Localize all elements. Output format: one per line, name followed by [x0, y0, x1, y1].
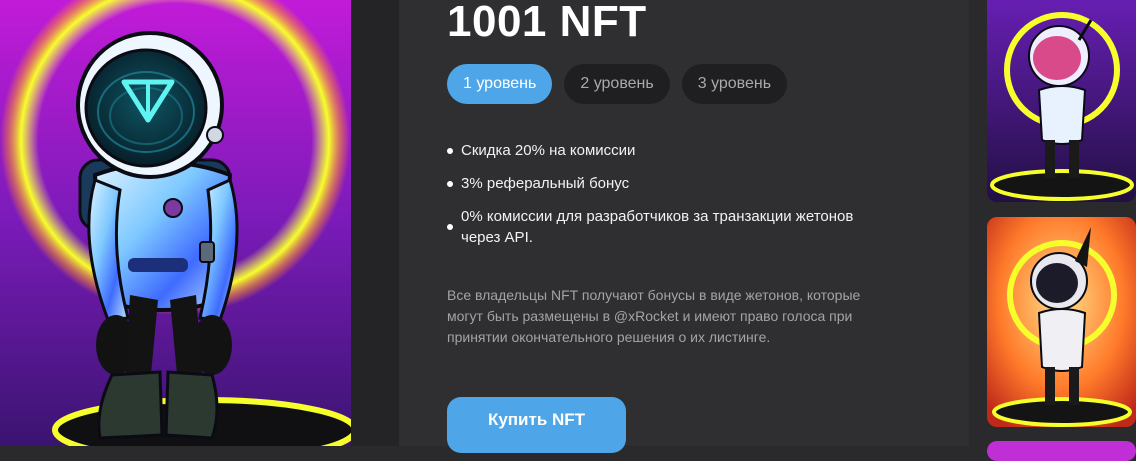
buy-nft-button[interactable]: Купить NFT — [447, 397, 626, 453]
nft-thumbnail[interactable] — [987, 0, 1136, 202]
bullet-icon — [447, 180, 453, 187]
tab-level-2[interactable]: 2 уровень — [564, 64, 670, 104]
nft-thumbnail[interactable] — [987, 217, 1136, 427]
bullet-icon — [447, 147, 453, 154]
bullet-icon — [447, 224, 453, 230]
benefits-list: Скидка 20% на комиссии 3% реферальный бо… — [447, 140, 887, 260]
astronaut-thumbnail-image — [987, 217, 1136, 427]
nft-hero-image — [0, 0, 351, 446]
astronaut-artwork — [0, 0, 351, 446]
astronaut-thumbnail-image — [987, 0, 1136, 202]
level-tabs: 1 уровень 2 уровень 3 уровень — [447, 64, 788, 104]
benefit-text: 0% комиссии для разработчиков за транзак… — [461, 208, 854, 246]
tab-level-3[interactable]: 3 уровень — [681, 64, 788, 104]
benefit-item: 0% комиссии для разработчиков за транзак… — [447, 206, 887, 248]
benefit-item: 3% реферальный бонус — [447, 173, 887, 194]
nft-thumbnail[interactable] — [987, 441, 1136, 461]
benefit-text: Скидка 20% на комиссии — [461, 142, 636, 159]
benefit-item: Скидка 20% на комиссии — [447, 140, 887, 161]
holders-note: Все владельцы NFT получают бонусы в виде… — [447, 287, 861, 345]
page-title: 1001 NFT — [447, 0, 647, 46]
divider-strip — [351, 0, 399, 446]
benefit-text: 3% реферальный бонус — [461, 175, 630, 192]
tab-level-1[interactable]: 1 уровень — [447, 64, 553, 104]
